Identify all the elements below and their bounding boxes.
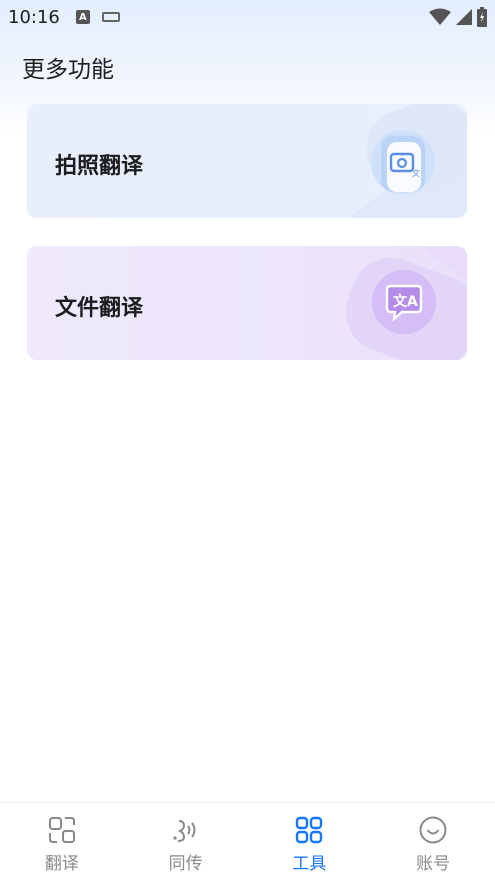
camera-translate-icon: 文 [371,130,435,194]
svg-text:文: 文 [412,168,420,178]
status-bar: 10:16 A [0,0,495,34]
battery-icon [477,7,487,27]
signal-icon [456,9,472,25]
svg-text:文A: 文A [393,293,418,310]
page-title: 更多功能 [22,57,114,83]
nav-item-translate[interactable]: 翻译 [0,803,124,880]
photo-translate-card[interactable]: 拍照翻译 文 [27,104,467,218]
nav-label: 账号 [416,854,451,874]
voice-wave-icon [173,820,196,842]
wifi-icon [429,8,451,25]
keyboard-icon [101,12,120,22]
translate-icon [48,817,75,843]
nav-item-tools[interactable]: 工具 [248,803,372,880]
card-label: 拍照翻译 [55,154,144,179]
file-translate-icon: 文A [372,270,436,334]
nav-label: 翻译 [44,854,79,874]
nav-item-account[interactable]: 账号 [371,803,495,880]
grid-tools-icon [296,816,323,844]
card-label: 文件翻译 [55,296,144,321]
smiley-account-icon [419,816,447,844]
bottom-nav: 翻译 同传 工具 账号 [0,802,495,880]
status-left-icons: A [75,10,120,24]
nav-label: 同传 [168,854,203,874]
nav-label: 工具 [292,854,327,874]
nav-item-simultaneous[interactable]: 同传 [124,803,248,880]
a-notification-icon: A [75,10,90,24]
file-translate-card[interactable]: 文件翻译 文A [27,246,467,360]
status-time: 10:16 [8,6,60,28]
status-right-icons [429,7,487,27]
